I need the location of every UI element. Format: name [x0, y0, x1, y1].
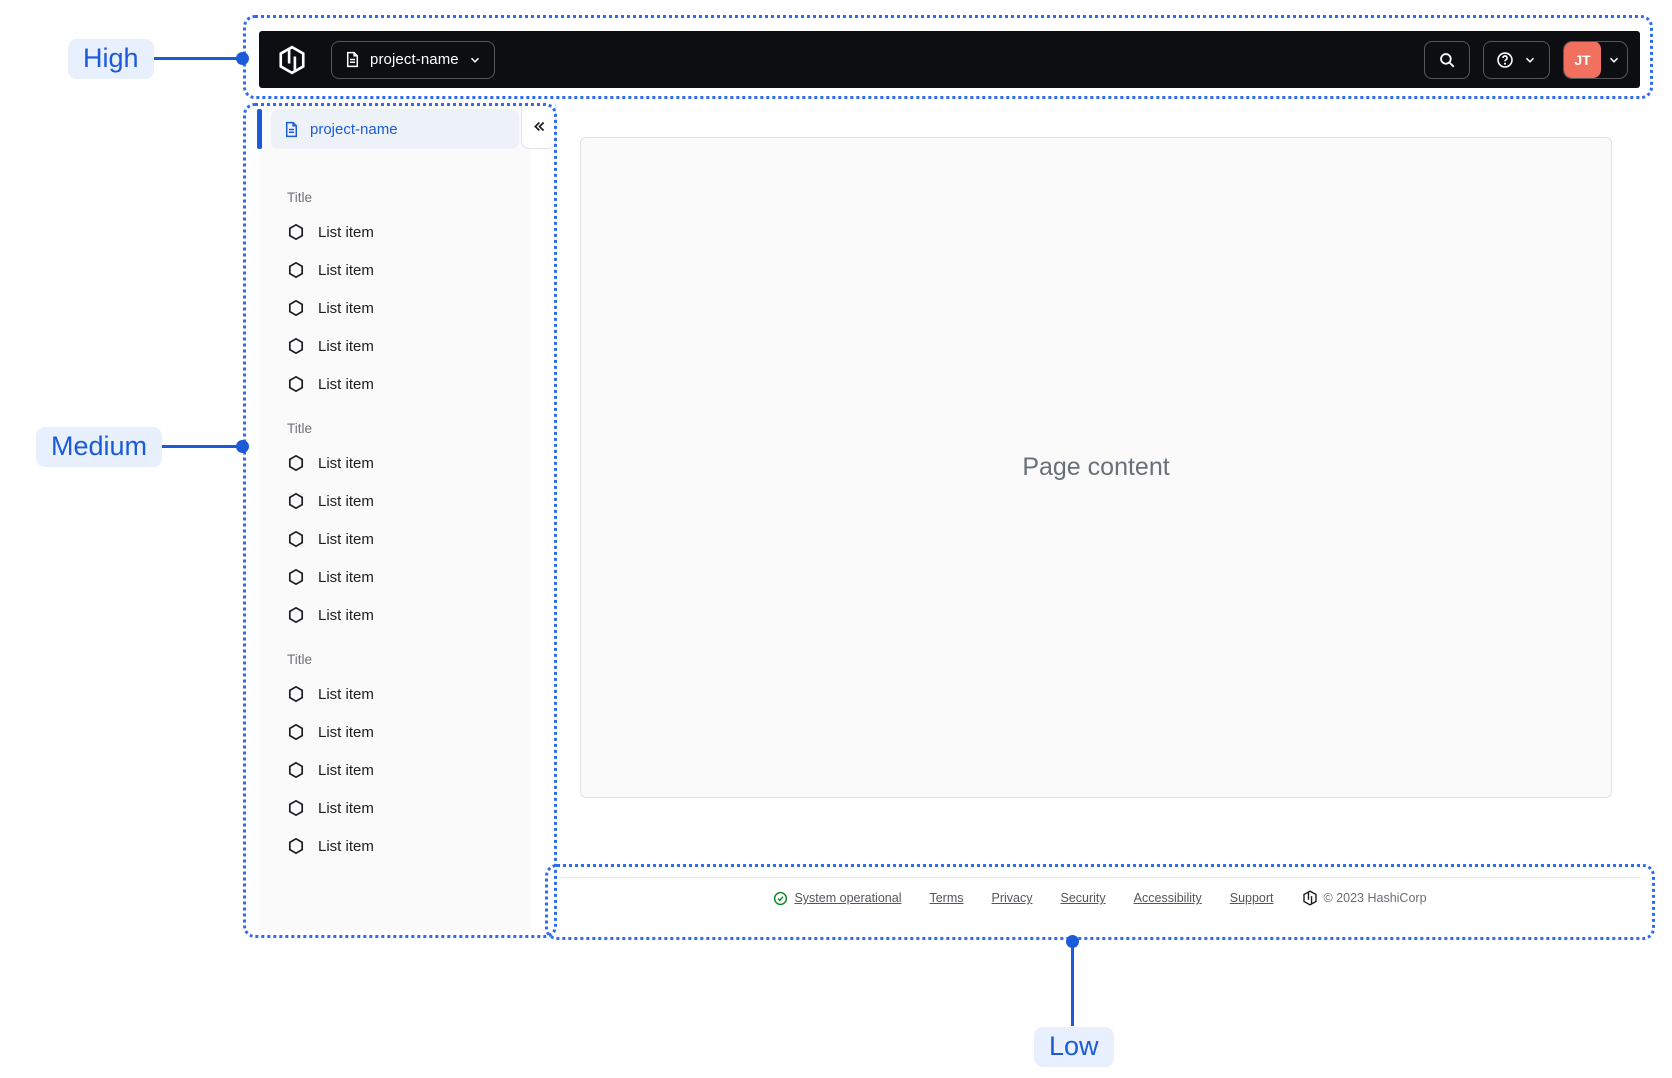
double-chevron-left-icon [530, 118, 547, 135]
footer-link-support[interactable]: Support [1230, 891, 1274, 905]
sidebar-item-label: List item [318, 761, 374, 779]
collapse-sidebar-button[interactable] [521, 104, 556, 149]
annotation-connector-dot [1066, 935, 1079, 948]
avatar: JT [1564, 41, 1601, 78]
hexagon-icon [287, 568, 305, 586]
sidebar-section: Title List item List item List item List… [259, 652, 530, 865]
sidebar-item[interactable]: List item [259, 213, 530, 251]
sidebar-item-label: List item [318, 337, 374, 355]
footer-link-privacy[interactable]: Privacy [992, 891, 1033, 905]
hexagon-icon [287, 685, 305, 703]
hexagon-icon [287, 799, 305, 817]
file-icon [344, 51, 361, 68]
sidebar-section: Title List item List item List item List… [259, 421, 530, 634]
annotation-connector-dot [236, 52, 249, 65]
sidebar-section-title: Title [287, 421, 313, 436]
sidebar-project-header[interactable]: project-name [271, 109, 519, 149]
system-status-label: System operational [794, 891, 902, 905]
project-switcher-label: project-name [370, 51, 459, 68]
hexagon-icon [287, 337, 305, 355]
top-navbar: project-name JT [259, 31, 1640, 88]
search-button[interactable] [1424, 40, 1470, 79]
hashicorp-logo [1302, 890, 1318, 906]
sidebar: project-name Title List item List item L… [257, 104, 556, 930]
hexagon-icon [287, 299, 305, 317]
search-icon [1438, 51, 1456, 69]
sidebar-nav: Title List item List item List item List… [259, 162, 530, 930]
sidebar-project-label: project-name [310, 120, 398, 138]
footer-divider [561, 877, 1639, 878]
hexagon-icon [287, 837, 305, 855]
footer-link-security[interactable]: Security [1061, 891, 1106, 905]
hexagon-icon [287, 375, 305, 393]
hexagon-icon [287, 223, 305, 241]
sidebar-item[interactable]: List item [259, 482, 530, 520]
sidebar-item[interactable]: List item [259, 713, 530, 751]
help-menu-button[interactable] [1483, 40, 1550, 79]
copyright-text: © 2023 HashiCorp [1323, 891, 1427, 905]
chevron-down-icon [1523, 53, 1537, 67]
check-circle-icon [773, 891, 788, 906]
system-status-link[interactable]: System operational [773, 891, 901, 906]
sidebar-section-title: Title [287, 652, 313, 667]
user-menu-button[interactable]: JT [1563, 40, 1628, 79]
chevron-down-icon [1601, 53, 1627, 67]
annotation-connector-line [158, 445, 242, 448]
project-switcher-button[interactable]: project-name [331, 40, 495, 79]
sidebar-item[interactable]: List item [259, 520, 530, 558]
hexagon-icon [287, 606, 305, 624]
annotation-connector-line [151, 57, 241, 60]
annotation-label-low: Low [1034, 1027, 1114, 1067]
footer-link-terms[interactable]: Terms [929, 891, 963, 905]
hexagon-icon [287, 530, 305, 548]
sidebar-item-label: List item [318, 837, 374, 855]
sidebar-section-title: Title [287, 190, 313, 205]
sidebar-item[interactable]: List item [259, 789, 530, 827]
sidebar-item-label: List item [318, 606, 374, 624]
sidebar-item[interactable]: List item [259, 675, 530, 713]
hexagon-icon [287, 492, 305, 510]
sidebar-item[interactable]: List item [259, 827, 530, 865]
footer-links-row: System operational Terms Privacy Securit… [545, 890, 1655, 906]
help-icon [1496, 51, 1514, 69]
hexagon-icon [287, 261, 305, 279]
sidebar-item-label: List item [318, 375, 374, 393]
hexagon-icon [287, 761, 305, 779]
sidebar-item[interactable]: List item [259, 751, 530, 789]
active-indicator-bar [257, 109, 262, 149]
hexagon-icon [287, 454, 305, 472]
footer: System operational Terms Privacy Securit… [545, 864, 1655, 940]
sidebar-item[interactable]: List item [259, 327, 530, 365]
sidebar-section: Title List item List item List item List… [259, 190, 530, 403]
footer-brand: © 2023 HashiCorp [1302, 890, 1427, 906]
sidebar-item[interactable]: List item [259, 596, 530, 634]
sidebar-item-label: List item [318, 530, 374, 548]
sidebar-item-label: List item [318, 568, 374, 586]
sidebar-item-label: List item [318, 454, 374, 472]
sidebar-item[interactable]: List item [259, 365, 530, 403]
annotation-connector-line [1071, 941, 1074, 1026]
sidebar-item-label: List item [318, 261, 374, 279]
sidebar-item[interactable]: List item [259, 558, 530, 596]
chevron-down-icon [468, 53, 482, 67]
main-content-area: Page content [580, 137, 1612, 798]
annotation-label-medium: Medium [36, 427, 163, 467]
annotation-label-high: High [68, 39, 154, 79]
sidebar-item[interactable]: List item [259, 289, 530, 327]
sidebar-item-label: List item [318, 299, 374, 317]
annotation-connector-dot [236, 440, 249, 453]
footer-link-accessibility[interactable]: Accessibility [1134, 891, 1202, 905]
file-icon [283, 121, 300, 138]
sidebar-item-label: List item [318, 223, 374, 241]
sidebar-item-label: List item [318, 799, 374, 817]
sidebar-item-label: List item [318, 685, 374, 703]
sidebar-item-label: List item [318, 492, 374, 510]
sidebar-item[interactable]: List item [259, 251, 530, 289]
page-content-placeholder: Page content [1022, 453, 1170, 481]
sidebar-item[interactable]: List item [259, 444, 530, 482]
sidebar-item-label: List item [318, 723, 374, 741]
hashicorp-logo [277, 45, 307, 75]
hexagon-icon [287, 723, 305, 741]
